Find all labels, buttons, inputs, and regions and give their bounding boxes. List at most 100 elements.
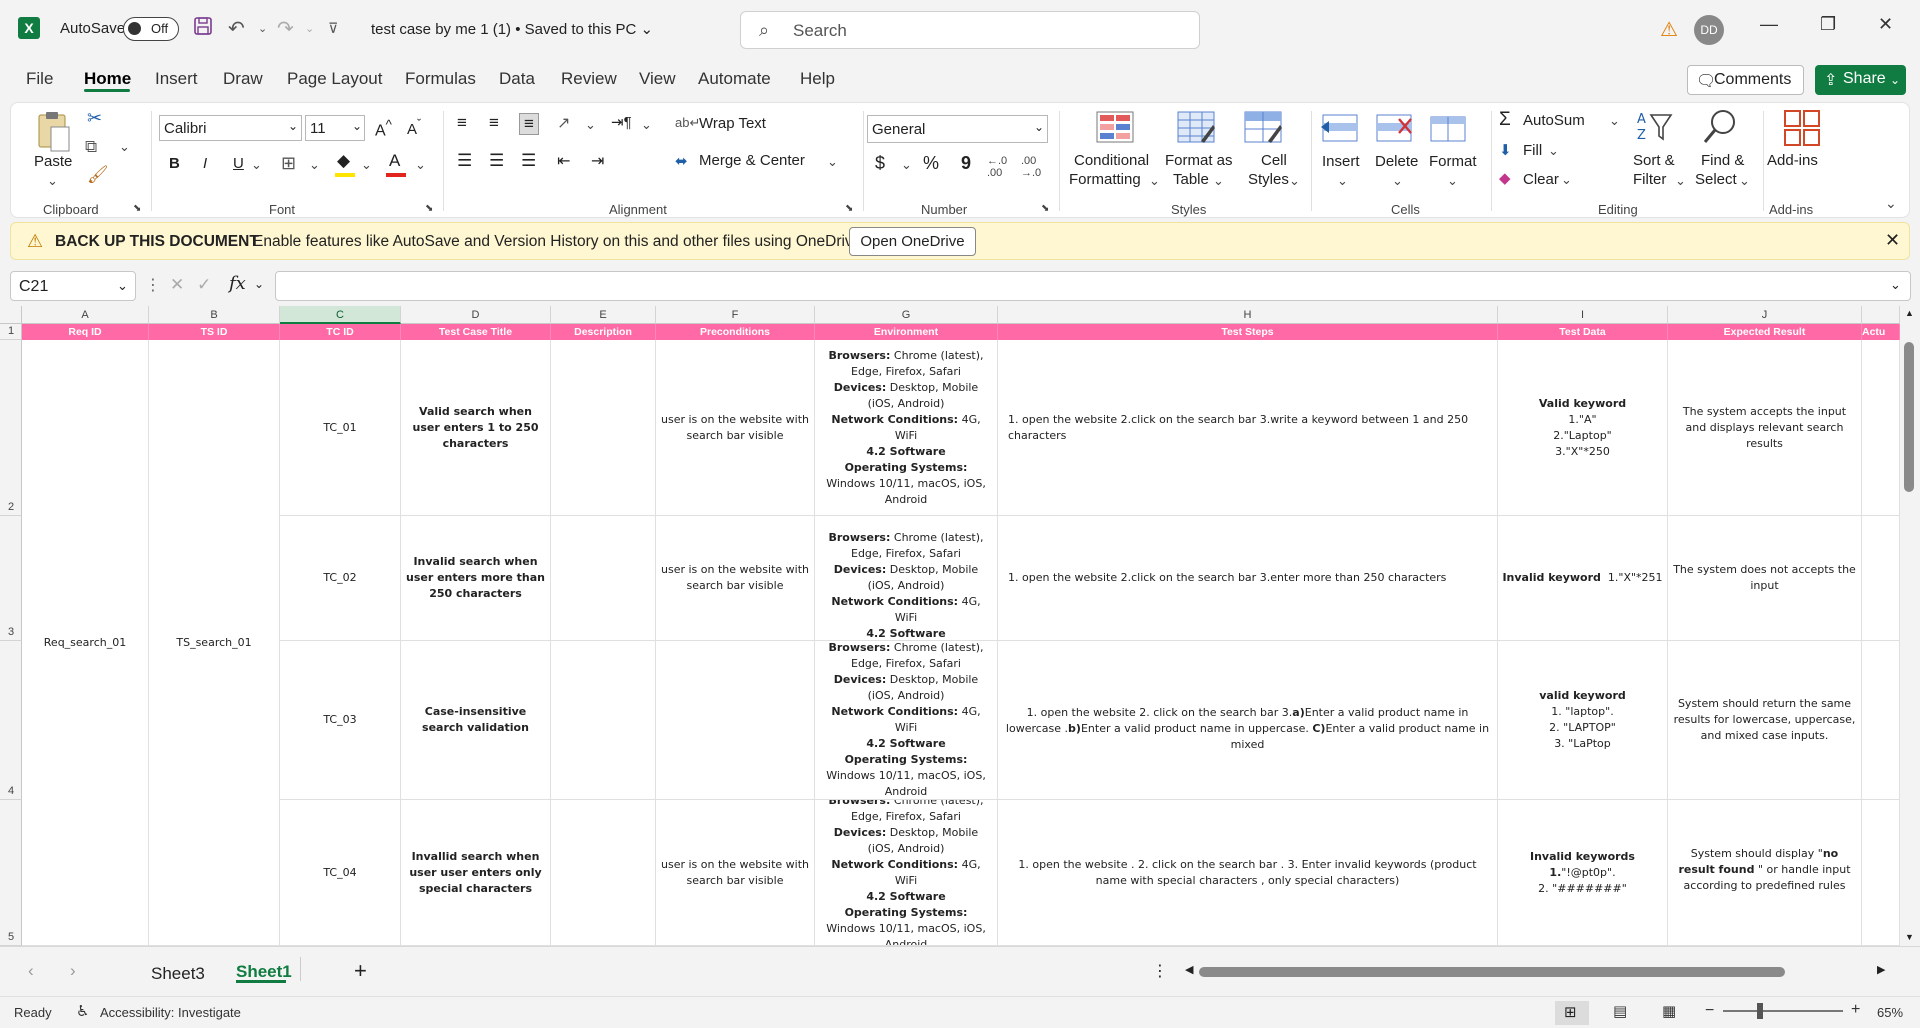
tab-home[interactable]: Home [84, 69, 131, 89]
cell-description[interactable] [551, 800, 656, 946]
header-tc-id[interactable]: TC ID [280, 324, 401, 340]
horizontal-scrollbar[interactable]: ◀ ▶ [1185, 963, 1890, 978]
tab-help[interactable]: Help [800, 69, 835, 89]
cell-preconditions[interactable]: user is on the website with search bar v… [656, 516, 815, 641]
cell-test-case-title[interactable]: Invallid search when user user enters on… [401, 800, 551, 946]
cut-icon[interactable]: ✂ [87, 108, 102, 129]
text-direction-dropdown-icon[interactable]: ⌄ [641, 117, 652, 133]
zoom-slider-track[interactable] [1723, 1010, 1843, 1012]
sheet-tab-sheet1[interactable]: Sheet1 [236, 962, 292, 982]
row-header-4[interactable]: 4 [0, 641, 22, 800]
header-actual-result[interactable]: Actu [1862, 324, 1900, 340]
cell-tc-id[interactable]: TC_02 [280, 516, 401, 641]
cell-styles-label-2[interactable]: Styles [1248, 171, 1289, 188]
cell-test-steps[interactable]: 1. open the website . 2. click on the se… [998, 800, 1498, 946]
tab-view[interactable]: View [639, 69, 676, 89]
copy-icon[interactable]: ⧉ [85, 137, 97, 157]
increase-indent-icon[interactable]: ⇥ [591, 151, 604, 171]
borders-icon[interactable]: ⊞ [281, 153, 296, 174]
redo-dropdown-icon[interactable]: ⌄ [305, 22, 314, 35]
text-direction-icon[interactable]: ⇥¶ [611, 113, 632, 131]
cell-tc-id[interactable]: TC_01 [280, 340, 401, 516]
row-header-5[interactable]: 5 [0, 800, 22, 946]
scrollbar-thumb[interactable] [1904, 342, 1914, 492]
underline-dropdown-icon[interactable]: ⌄ [251, 157, 262, 173]
formula-input[interactable]: ⌄ [275, 271, 1911, 301]
number-format-select[interactable]: General ⌄ [867, 115, 1048, 143]
header-ts-id[interactable]: TS ID [149, 324, 280, 340]
paste-label[interactable]: Paste [34, 153, 72, 170]
conditional-formatting-label-2[interactable]: Formatting [1069, 171, 1141, 188]
scroll-right-icon[interactable]: ▶ [1877, 963, 1885, 976]
vertical-scrollbar[interactable]: ▲ ▼ [1900, 306, 1920, 946]
addins-button[interactable]: Add-ins [1767, 152, 1818, 169]
row-header-3[interactable]: 3 [0, 516, 22, 641]
row-header-1[interactable]: 1 [0, 324, 22, 340]
share-button[interactable]: ⇪ Share ⌄ [1815, 65, 1906, 95]
warning-icon[interactable]: ⚠ [1660, 17, 1678, 42]
scroll-down-icon[interactable]: ▼ [1905, 932, 1914, 942]
autosum-button[interactable]: AutoSum [1523, 112, 1585, 129]
cell-test-steps[interactable]: 1. open the website 2. click on the sear… [998, 641, 1498, 800]
chevron-left-icon[interactable]: ‹ [28, 961, 34, 981]
cell-environment[interactable]: Browsers: Chrome (latest), Edge, Firefox… [815, 641, 998, 800]
cell-description[interactable] [551, 641, 656, 800]
sort-filter-label-2[interactable]: Filter [1633, 171, 1666, 188]
header-expected-result[interactable]: Expected Result [1668, 324, 1862, 340]
tab-draw[interactable]: Draw [223, 69, 263, 89]
tab-automate[interactable]: Automate [698, 69, 771, 89]
cell-expected-result[interactable]: System should display "no result found "… [1668, 800, 1862, 946]
restore-icon[interactable]: ❐ [1820, 14, 1836, 35]
name-box[interactable]: C21 ⌄ [10, 271, 136, 301]
addins-icon[interactable] [1783, 109, 1823, 146]
collapse-ribbon-icon[interactable]: ⌄ [1885, 195, 1897, 212]
undo-icon[interactable]: ↶ [228, 16, 245, 41]
cancel-icon[interactable]: ✕ [170, 275, 184, 295]
redo-icon[interactable]: ↷ [277, 16, 294, 41]
tab-page-layout[interactable]: Page Layout [287, 69, 382, 89]
dialog-launcher-icon[interactable]: ⬊ [1041, 203, 1049, 214]
paste-icon[interactable] [33, 109, 73, 152]
fill-color-dropdown-icon[interactable]: ⌄ [361, 157, 372, 173]
fill-color-icon[interactable]: ◆ [337, 151, 350, 171]
comma-button[interactable]: 9 [961, 153, 971, 174]
cell-test-steps[interactable]: 1. open the website 2.click on the searc… [998, 340, 1498, 516]
scroll-up-icon[interactable]: ▲ [1905, 308, 1914, 318]
page-layout-view-icon[interactable]: ▤ [1613, 1002, 1627, 1020]
chevron-down-icon[interactable]: ⌄ [1739, 173, 1750, 189]
delete-cells-icon[interactable] [1375, 111, 1415, 147]
cell-actual-result[interactable] [1862, 340, 1900, 516]
find-select-label-2[interactable]: Select [1695, 171, 1737, 188]
insert-cells-icon[interactable] [1319, 111, 1359, 147]
dialog-launcher-icon[interactable]: ⬊ [845, 203, 853, 214]
cell-test-data[interactable]: Invalid keyword 1."X"*251 [1498, 516, 1668, 641]
bold-button[interactable]: B [169, 155, 180, 172]
cell-test-data[interactable]: Valid keyword 1."A" 2."Laptop" 3."X"*250 [1498, 340, 1668, 516]
orientation-icon[interactable]: ↗ [557, 113, 570, 133]
undo-dropdown-icon[interactable]: ⌄ [258, 22, 267, 35]
header-req-id[interactable]: Req ID [22, 324, 149, 340]
normal-view-button[interactable]: ⊞ [1555, 1001, 1589, 1025]
tab-formulas[interactable]: Formulas [405, 69, 476, 89]
more-options-icon[interactable]: ⋮ [145, 275, 161, 295]
chevron-down-icon[interactable]: ⌄ [254, 277, 264, 291]
zoom-slider-knob[interactable] [1757, 1003, 1763, 1019]
increase-font-icon[interactable]: A^ [375, 117, 392, 140]
avatar[interactable]: DD [1694, 15, 1724, 45]
fill-dropdown-icon[interactable]: ⌄ [1548, 143, 1559, 159]
add-sheet-icon[interactable]: + [354, 958, 367, 984]
header-preconditions[interactable]: Preconditions [656, 324, 815, 340]
spreadsheet-grid[interactable]: A B C D E F G H I J 1 2 3 4 5 Req ID TS … [0, 306, 1920, 946]
format-cells-button[interactable]: Format [1429, 153, 1477, 170]
chevron-right-icon[interactable]: › [70, 961, 76, 981]
percent-button[interactable]: % [923, 153, 939, 174]
align-middle-icon[interactable]: ≡ [489, 113, 499, 133]
column-header-g[interactable]: G [815, 306, 998, 324]
decrease-indent-icon[interactable]: ⇤ [557, 151, 570, 171]
chevron-down-icon[interactable]: ⌄ [1447, 173, 1458, 189]
column-header-f[interactable]: F [656, 306, 815, 324]
header-test-case-title[interactable]: Test Case Title [401, 324, 551, 340]
cell-styles-label-1[interactable]: Cell [1261, 152, 1287, 169]
clear-button[interactable]: Clear [1523, 171, 1559, 188]
header-test-data[interactable]: Test Data [1498, 324, 1668, 340]
